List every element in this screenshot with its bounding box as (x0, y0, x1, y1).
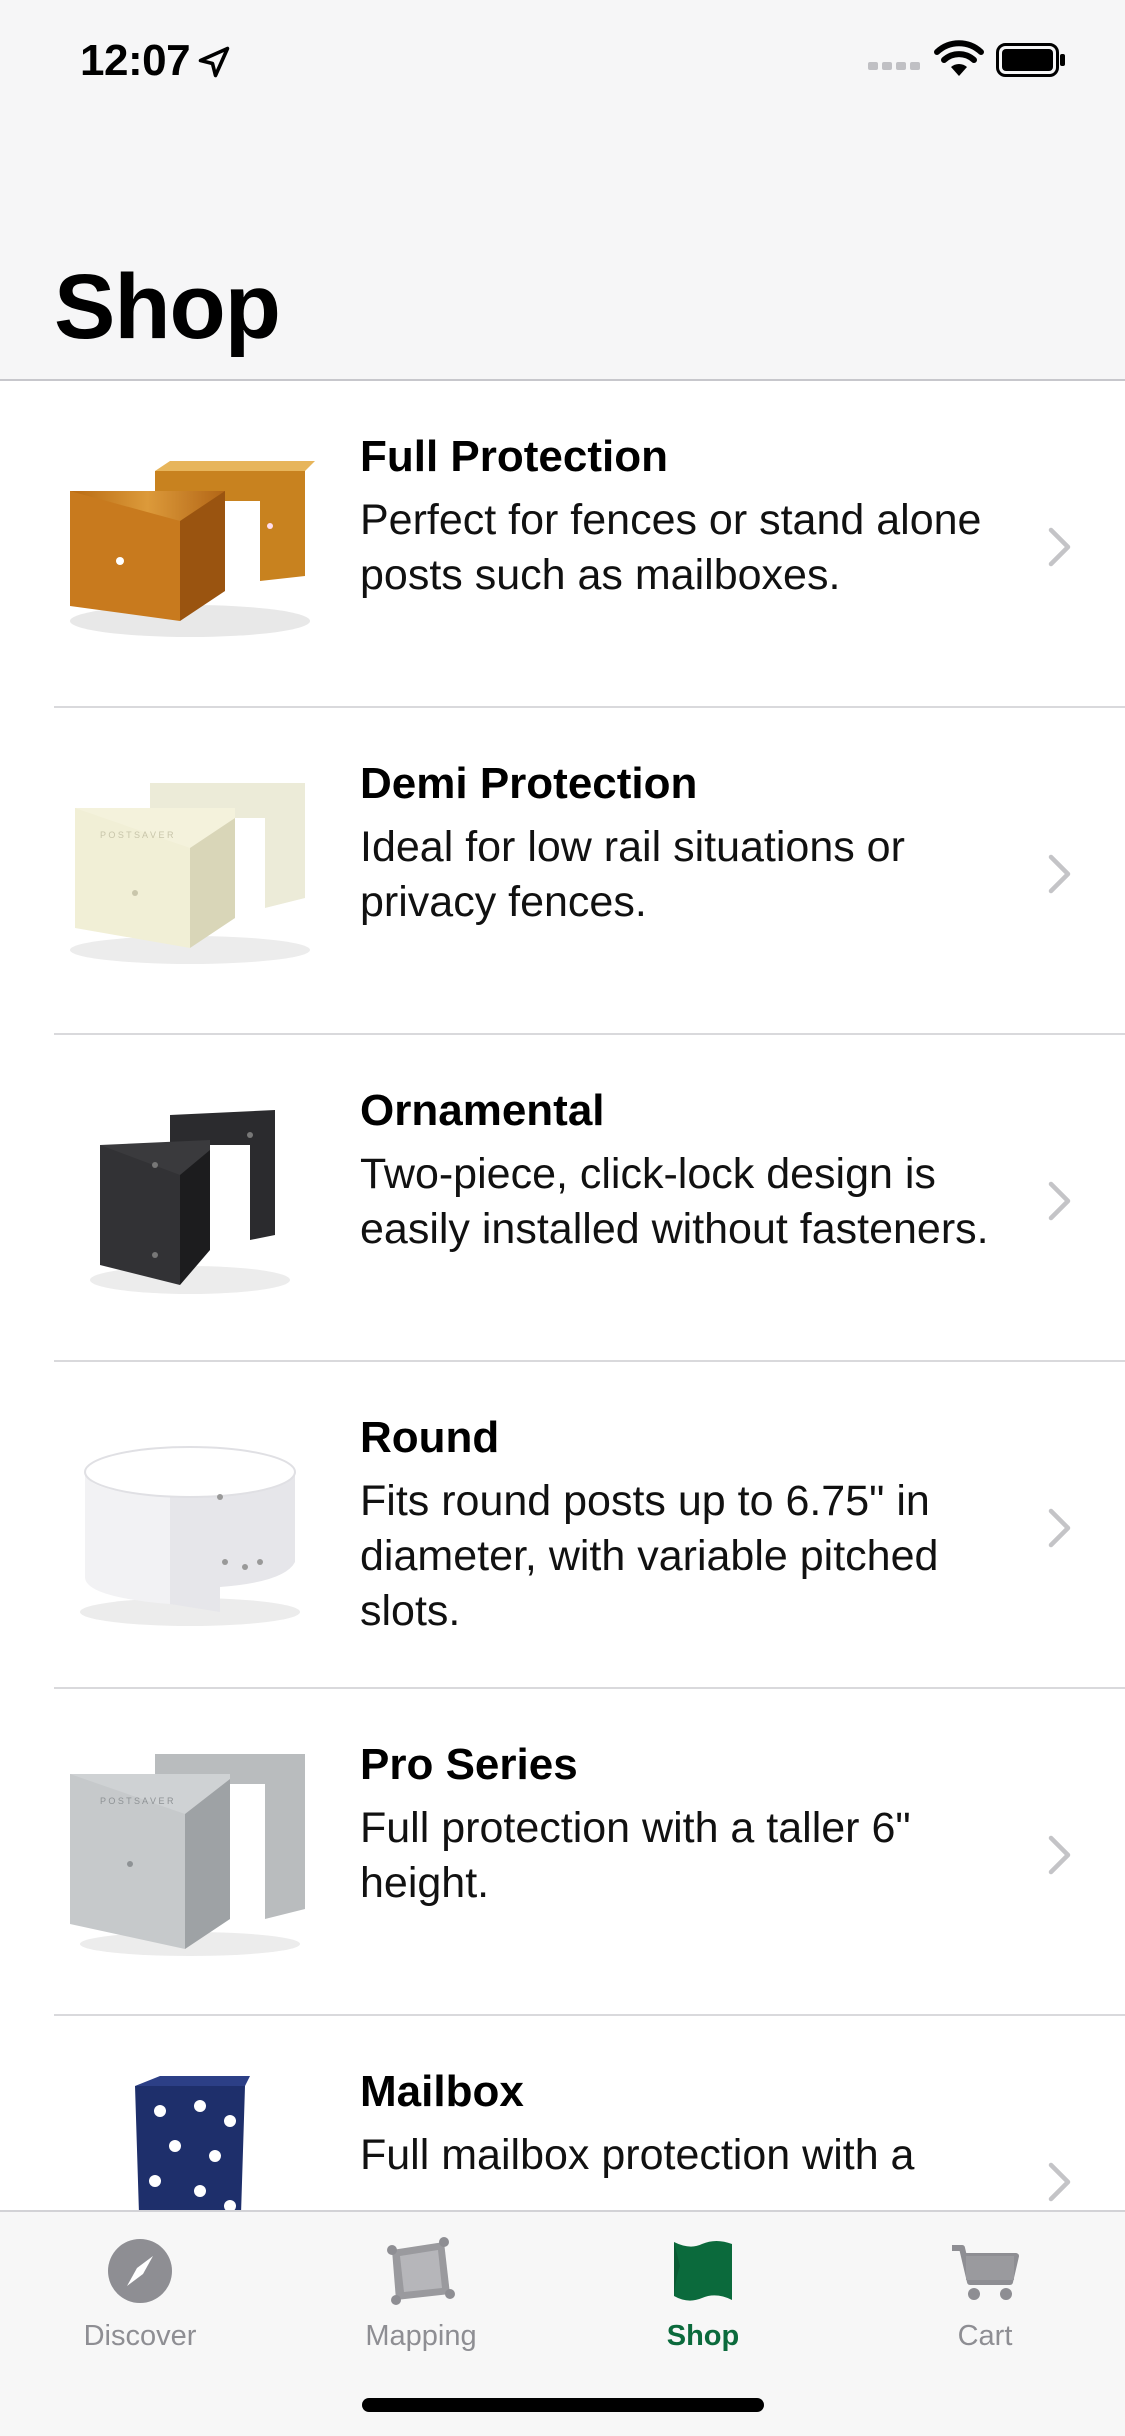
chevron-right-icon (1048, 1508, 1071, 1548)
list-item-pro-series[interactable]: P O S T S A V E R Pro Series Full protec… (0, 1689, 1125, 2016)
ornamental-image (90, 1110, 290, 1294)
item-description: Ideal for low rail situations or privacy… (360, 823, 905, 926)
item-description: Two-piece, click-lock design is easily i… (360, 1150, 989, 1253)
chevron-right-icon (1048, 854, 1071, 894)
header: 12:07 Shop (0, 0, 1125, 381)
tab-label: Mapping (365, 2320, 477, 2352)
compass-icon (108, 2239, 172, 2303)
tab-mapping[interactable]: Mapping (321, 2226, 521, 2376)
list-item-full-protection[interactable]: Full Protection Perfect for fences or st… (0, 381, 1125, 708)
page-title: Shop (54, 256, 281, 358)
item-title: Ornamental (360, 1086, 605, 1135)
list-item-demi-protection[interactable]: P O S T S A V E R Demi Protection Ideal … (0, 708, 1125, 1035)
battery-icon (996, 43, 1065, 77)
list-item-ornamental[interactable]: Ornamental Two-piece, click-lock design … (0, 1035, 1125, 1362)
item-description: Fits round posts up to 6.75" in diameter… (360, 1477, 939, 1635)
demi-protection-image: P O S T S A V E R (70, 783, 310, 964)
item-title: Pro Series (360, 1740, 578, 1789)
product-list: Full Protection Perfect for fences or st… (0, 381, 1125, 2343)
location-arrow-icon (198, 46, 230, 78)
shop-icon (674, 2241, 732, 2301)
pro-series-image: P O S T S A V E R (70, 1754, 305, 1956)
tab-discover[interactable]: Discover (40, 2226, 240, 2376)
chevron-right-icon (1048, 1835, 1071, 1875)
item-title: Demi Protection (360, 759, 698, 808)
tab-shop[interactable]: Shop (603, 2226, 803, 2376)
full-protection-image (70, 461, 315, 637)
item-description: Full protection with a taller 6" height. (360, 1804, 911, 1907)
tab-label: Cart (957, 2320, 1013, 2352)
cart-icon (952, 2245, 1019, 2300)
chevron-right-icon (1048, 527, 1071, 567)
wifi-icon (934, 40, 984, 76)
shop-screen: 12:07 Shop Full Protection Perfect for f… (0, 0, 1125, 2436)
chevron-right-icon (1048, 1181, 1071, 1221)
chevron-right-icon (1048, 2162, 1071, 2202)
map-icon (387, 2237, 455, 2305)
tab-label: Shop (666, 2320, 740, 2352)
item-description: Perfect for fences or stand alone posts … (360, 496, 982, 599)
item-title: Mailbox (360, 2067, 524, 2116)
svg-text:P O S T S A V E R: P O S T S A V E R (100, 1796, 174, 1806)
item-title: Round (360, 1413, 500, 1462)
item-description: Full mailbox protection with a (360, 2131, 915, 2179)
svg-text:P O S T S A V E R: P O S T S A V E R (100, 830, 174, 840)
item-title: Full Protection (360, 432, 668, 481)
tab-cart[interactable]: Cart (885, 2226, 1085, 2376)
round-image (80, 1446, 300, 1626)
list-item-round[interactable]: Round Fits round posts up to 6.75" in di… (0, 1362, 1125, 1689)
tab-label: Discover (83, 2320, 197, 2352)
status-time: 12:07 (80, 36, 191, 85)
signal-icon (868, 62, 920, 70)
home-indicator (362, 2398, 764, 2412)
